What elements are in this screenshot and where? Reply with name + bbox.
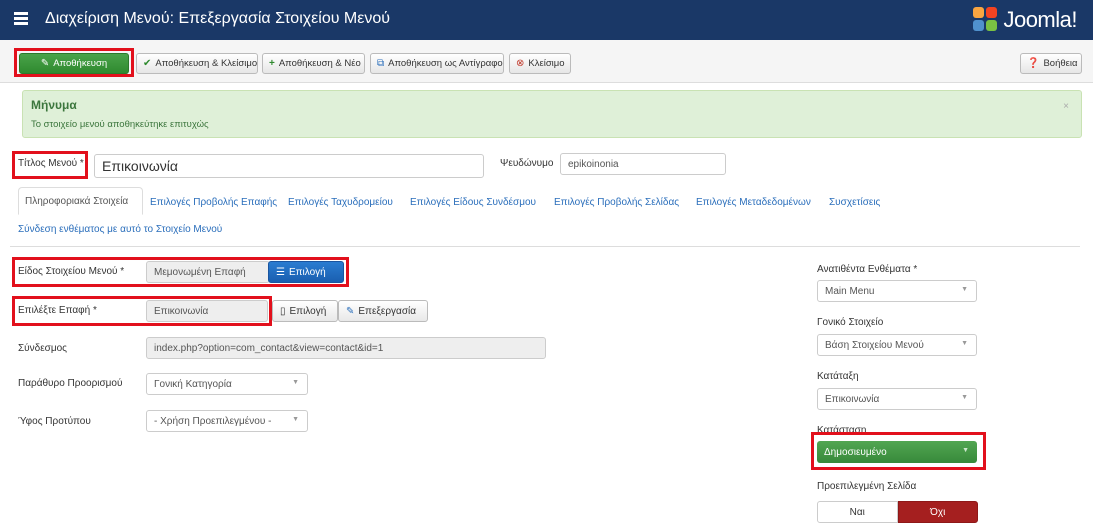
style-label: Ύφος Προτύπου	[18, 416, 91, 427]
tab-page-display[interactable]: Επιλογές Προβολής Σελίδας	[554, 197, 679, 208]
target-value: Γονική Κατηγορία	[154, 378, 232, 390]
app-header: Διαχείριση Μενού: Επεξεργασία Στοιχείου …	[0, 0, 1093, 40]
parent-label: Γονικό Στοιχείο	[817, 317, 884, 328]
style-select[interactable]: - Χρήση Προεπιλεγμένου - ▼	[146, 410, 308, 432]
target-label: Παράθυρο Προορισμού	[18, 378, 123, 389]
caret-down-icon: ▼	[961, 286, 968, 293]
help-label: Βοήθεια	[1043, 58, 1078, 69]
file-icon: ▯	[280, 305, 286, 317]
joomla-logo[interactable]: Joomla!	[973, 6, 1077, 34]
caret-down-icon: ▼	[292, 416, 299, 423]
link-value: index.php?option=com_contact&view=contac…	[146, 337, 546, 359]
order-select[interactable]: Επικοινωνία ▼	[817, 388, 977, 410]
joomla-logo-text: Joomla!	[1003, 7, 1077, 32]
tab-metadata[interactable]: Επιλογές Μεταδεδομένων	[696, 197, 811, 208]
title-input[interactable]: Επικοινωνία	[94, 154, 484, 178]
alias-input[interactable]: epikoinonia	[560, 153, 726, 175]
save-new-label: Αποθήκευση & Νέο	[278, 58, 361, 69]
menu-select[interactable]: Main Menu ▼	[817, 280, 977, 302]
parent-value: Βάση Στοιχείου Μενού	[825, 339, 924, 351]
contact-select-button[interactable]: ▯ Επιλογή	[272, 300, 338, 322]
help-button[interactable]: ❓ Βοήθεια	[1020, 53, 1082, 74]
order-value: Επικοινωνία	[825, 393, 880, 405]
copy-icon: ⧉	[377, 58, 385, 69]
save-copy-label: Αποθήκευση ως Αντίγραφο	[388, 58, 503, 69]
highlight-status	[811, 432, 986, 470]
contact-select-label: Επιλογή	[289, 305, 327, 317]
close-button[interactable]: ⊗ Κλείσιμο	[509, 53, 571, 74]
tab-associations[interactable]: Συσχετίσεις	[829, 197, 880, 208]
default-no-button[interactable]: Όχι	[897, 501, 978, 523]
menu-label: Ανατιθέντα Ενθέματα *	[817, 264, 918, 275]
alert-close-icon[interactable]: ×	[1063, 101, 1069, 112]
tab-module-assignment[interactable]: Σύνδεση ενθέματος με αυτό το Στοιχείο Με…	[18, 224, 222, 235]
highlight-save	[14, 48, 134, 77]
contact-edit-button[interactable]: ✎ Επεξεργασία	[338, 300, 428, 322]
caret-down-icon: ▼	[961, 340, 968, 347]
default-toggle[interactable]: Ναι Όχι	[817, 501, 978, 523]
question-icon: ❓	[1027, 58, 1040, 69]
plus-icon: +	[269, 58, 275, 69]
tab-mail[interactable]: Επιλογές Ταχυδρομείου	[288, 197, 393, 208]
toolbar: ✎ Αποθήκευση ✔ Αποθήκευση & Κλείσιμο + Αποθ…	[0, 40, 1093, 83]
joomla-mark-icon	[973, 7, 999, 33]
success-alert: Μήνυμα Το στοιχείο μενού αποθηκεύτηκε επ…	[22, 90, 1082, 138]
highlight-contact	[12, 296, 272, 326]
menu-list-icon	[14, 12, 28, 26]
tab-bar: Πληροφοριακά Στοιχεία Επιλογές Προβολής …	[10, 187, 1080, 247]
alias-label: Ψευδώνυμο	[500, 158, 554, 169]
save-close-button[interactable]: ✔ Αποθήκευση & Κλείσιμο	[136, 53, 258, 74]
highlight-title	[12, 151, 88, 179]
caret-down-icon: ▼	[961, 394, 968, 401]
target-select[interactable]: Γονική Κατηγορία ▼	[146, 373, 308, 395]
edit-icon: ✎	[346, 305, 355, 317]
link-label: Σύνδεσμος	[18, 343, 67, 354]
check-icon: ✔	[143, 58, 152, 69]
tab-link-type[interactable]: Επιλογές Είδους Συνδέσμου	[410, 197, 536, 208]
save-copy-button[interactable]: ⧉ Αποθήκευση ως Αντίγραφο	[370, 53, 504, 74]
contact-edit-label: Επεξεργασία	[358, 305, 416, 317]
highlight-type	[12, 257, 349, 287]
alert-message: Το στοιχείο μενού αποθηκεύτηκε επιτυχώς	[31, 119, 209, 130]
menu-value: Main Menu	[825, 285, 875, 297]
caret-down-icon: ▼	[292, 379, 299, 386]
save-new-button[interactable]: + Αποθήκευση & Νέο	[262, 53, 365, 74]
close-label: Κλείσιμο	[528, 58, 565, 69]
tab-contact-display[interactable]: Επιλογές Προβολής Επαφής	[150, 197, 277, 208]
alert-heading: Μήνυμα	[31, 98, 77, 112]
close-circle-icon: ⊗	[516, 58, 525, 69]
order-label: Κατάταξη	[817, 371, 859, 382]
parent-select[interactable]: Βάση Στοιχείου Μενού ▼	[817, 334, 977, 356]
save-close-label: Αποθήκευση & Κλείσιμο	[155, 58, 258, 69]
default-label: Προεπιλεγμένη Σελίδα	[817, 481, 917, 492]
tab-info[interactable]: Πληροφοριακά Στοιχεία	[18, 187, 143, 215]
default-yes-button[interactable]: Ναι	[817, 501, 898, 523]
style-value: - Χρήση Προεπιλεγμένου -	[154, 415, 272, 427]
page-title: Διαχείριση Μενού: Επεξεργασία Στοιχείου …	[45, 10, 391, 27]
